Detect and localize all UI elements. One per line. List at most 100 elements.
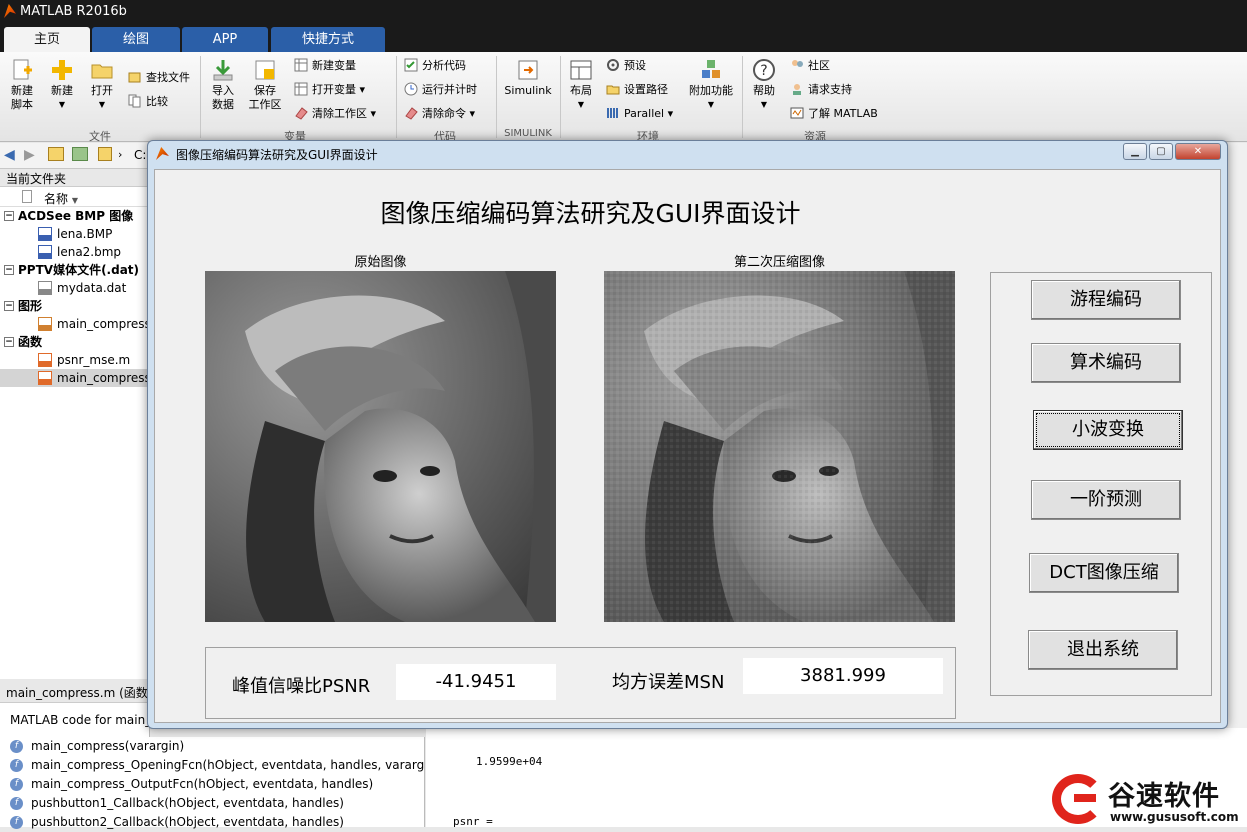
maximize-button[interactable]: ▢	[1149, 143, 1173, 160]
file-tree: − ACDSee BMP 图像 lena.BMP lena2.bmp − PPTV媒体文件…	[0, 207, 151, 387]
run-and-time-button[interactable]: 运行并计时	[404, 82, 477, 97]
run-length-coding-button[interactable]: 游程编码	[1031, 280, 1181, 320]
file-item[interactable]: psnr_mse.m	[0, 351, 149, 369]
parallel-button[interactable]: Parallel ▾	[606, 106, 673, 121]
addons-button[interactable]: 附加功能 ▼	[686, 58, 736, 112]
preferences-label: 预设	[624, 59, 646, 72]
ribbon-toolstrip: 新建 脚本 新建 ▼ 打开 ▼ 查找文件 比较 文件 导入 数据 保存 工作区 …	[0, 52, 1247, 143]
collapse-toggle-icon[interactable]: −	[4, 211, 14, 221]
new-script-button[interactable]: 新建 脚本	[4, 58, 40, 112]
open-label: 打开	[91, 84, 113, 97]
parallel-icon	[607, 108, 618, 118]
path-drive[interactable]: C:	[134, 148, 146, 162]
arithmetic-coding-button[interactable]: 算术编码	[1031, 343, 1181, 383]
community-button[interactable]: 社区	[790, 58, 830, 73]
community-label: 社区	[808, 59, 830, 72]
find-files-button[interactable]: 查找文件	[128, 70, 190, 85]
compare-button[interactable]: 比较	[128, 94, 168, 109]
open-button[interactable]: 打开 ▼	[86, 58, 118, 112]
command-output-line: 1.9599e+04	[476, 755, 543, 768]
import-data-label: 导入 数据	[212, 84, 234, 111]
file-label: mydata.dat	[57, 281, 127, 295]
new-button[interactable]: 新建 ▼	[46, 58, 78, 112]
find-files-icon	[128, 72, 141, 83]
first-order-prediction-button[interactable]: 一阶预测	[1031, 480, 1181, 520]
clear-commands-button[interactable]: 清除命令 ▾	[404, 106, 475, 121]
function-list-item[interactable]: f main_compress_OutputFcn(hObject, eventd…	[0, 775, 424, 794]
layout-icon	[570, 60, 592, 80]
file-group[interactable]: − PPTV媒体文件(.dat)	[0, 261, 149, 279]
figure-file-icon	[38, 317, 52, 331]
browse-folder-icon[interactable]	[72, 147, 88, 161]
brand-name: 谷速软件	[1108, 781, 1220, 812]
new-variable-button[interactable]: 新建变量	[294, 58, 356, 73]
tab-plots[interactable]: 绘图	[92, 27, 180, 52]
eraser-icon	[295, 107, 308, 120]
import-data-button[interactable]: 导入 数据	[206, 58, 240, 112]
file-group[interactable]: − 图形	[0, 297, 149, 315]
function-signature: main_compress_OpeningFcn(hObject, eventd…	[31, 758, 424, 772]
new-variable-label: 新建变量	[312, 59, 356, 72]
ribbon-separator	[496, 56, 497, 138]
function-list-item[interactable]: f pushbutton2_Callback(hObject, eventdata…	[0, 813, 424, 832]
metrics-panel: 峰值信噪比PSNR -41.9451 均方误差MSN 3881.999	[205, 647, 956, 719]
new-script-label: 新建 脚本	[11, 84, 33, 111]
dct-compression-button[interactable]: DCT图像压缩	[1029, 553, 1179, 593]
set-path-button[interactable]: 设置路径	[606, 82, 668, 97]
original-image-title: 原始图像	[354, 255, 407, 270]
clear-workspace-button[interactable]: 清除工作区 ▾	[294, 106, 376, 121]
up-folder-icon[interactable]	[48, 147, 64, 161]
function-list-item[interactable]: f main_compress_OpeningFcn(hObject, event…	[0, 756, 424, 775]
tab-shortcuts[interactable]: 快捷方式	[271, 27, 385, 52]
parallel-label: Parallel	[624, 107, 665, 120]
forward-arrow-icon[interactable]: ▶	[24, 147, 35, 163]
open-variable-button[interactable]: 打开变量 ▾	[294, 82, 365, 97]
collapse-toggle-icon[interactable]: −	[4, 301, 14, 311]
gui-figure-window: 图像压缩编码算法研究及GUI界面设计 ▁ ▢ ✕ 图像压缩编码算法研究及GUI界…	[147, 140, 1228, 729]
bmp-file-icon	[38, 245, 52, 259]
simulink-group-label: SIMULINK	[504, 128, 552, 139]
request-support-label: 请求支持	[808, 83, 852, 96]
open-variable-label: 打开变量	[312, 83, 356, 96]
layout-label: 布局	[570, 84, 592, 97]
request-support-button[interactable]: 请求支持	[790, 82, 852, 97]
save-workspace-button[interactable]: 保存 工作区	[246, 58, 284, 112]
learn-matlab-button[interactable]: 了解 MATLAB	[790, 106, 878, 121]
collapse-toggle-icon[interactable]: −	[4, 337, 14, 347]
figure-title: 图像压缩编码算法研究及GUI界面设计	[176, 148, 378, 162]
exit-system-button[interactable]: 退出系统	[1028, 630, 1178, 670]
wavelet-transform-button[interactable]: 小波变换	[1033, 410, 1183, 450]
name-column-header[interactable]: 名称 ▼	[0, 187, 149, 207]
tab-apps[interactable]: APP	[182, 27, 268, 52]
figure-title-bar: 图像压缩编码算法研究及GUI界面设计 ▁ ▢ ✕	[148, 141, 1227, 165]
tab-home[interactable]: 主页	[4, 27, 90, 52]
close-button[interactable]: ✕	[1175, 143, 1221, 160]
clear-workspace-label: 清除工作区	[312, 107, 367, 120]
collapse-toggle-icon[interactable]: −	[4, 265, 14, 275]
file-item[interactable]: main_compress	[0, 315, 151, 333]
gear-icon	[607, 59, 619, 71]
ribbon-separator	[200, 56, 201, 138]
simulink-button[interactable]: Simulink	[502, 58, 554, 98]
file-item[interactable]: main_compress	[0, 369, 151, 387]
file-group[interactable]: − ACDSee BMP 图像	[0, 207, 149, 225]
clear-commands-label: 清除命令	[422, 107, 466, 120]
file-item[interactable]: lena.BMP	[0, 225, 149, 243]
function-signature: main_compress(varargin)	[31, 739, 185, 753]
analyze-code-button[interactable]: 分析代码	[404, 58, 466, 73]
file-item[interactable]: mydata.dat	[0, 279, 149, 297]
preferences-button[interactable]: 预设	[606, 58, 646, 73]
file-label: ACDSee BMP 图像	[18, 209, 134, 223]
help-button[interactable]: ? 帮助 ▼	[748, 58, 780, 112]
file-label: lena.BMP	[57, 227, 113, 241]
function-list-item[interactable]: f main_compress(varargin)	[0, 737, 424, 756]
minimize-button[interactable]: ▁	[1123, 143, 1147, 160]
function-list-item[interactable]: f pushbutton1_Callback(hObject, eventdata…	[0, 794, 424, 813]
current-folder-header: 当前文件夹	[0, 169, 149, 187]
details-description: MATLAB code for main_compress.fig	[10, 713, 149, 727]
file-group[interactable]: − 函数	[0, 333, 149, 351]
layout-button[interactable]: 布局 ▼	[566, 58, 596, 112]
file-item[interactable]: lena2.bmp	[0, 243, 149, 261]
back-arrow-icon[interactable]: ◀	[4, 147, 15, 163]
bmp-file-icon	[38, 227, 52, 241]
